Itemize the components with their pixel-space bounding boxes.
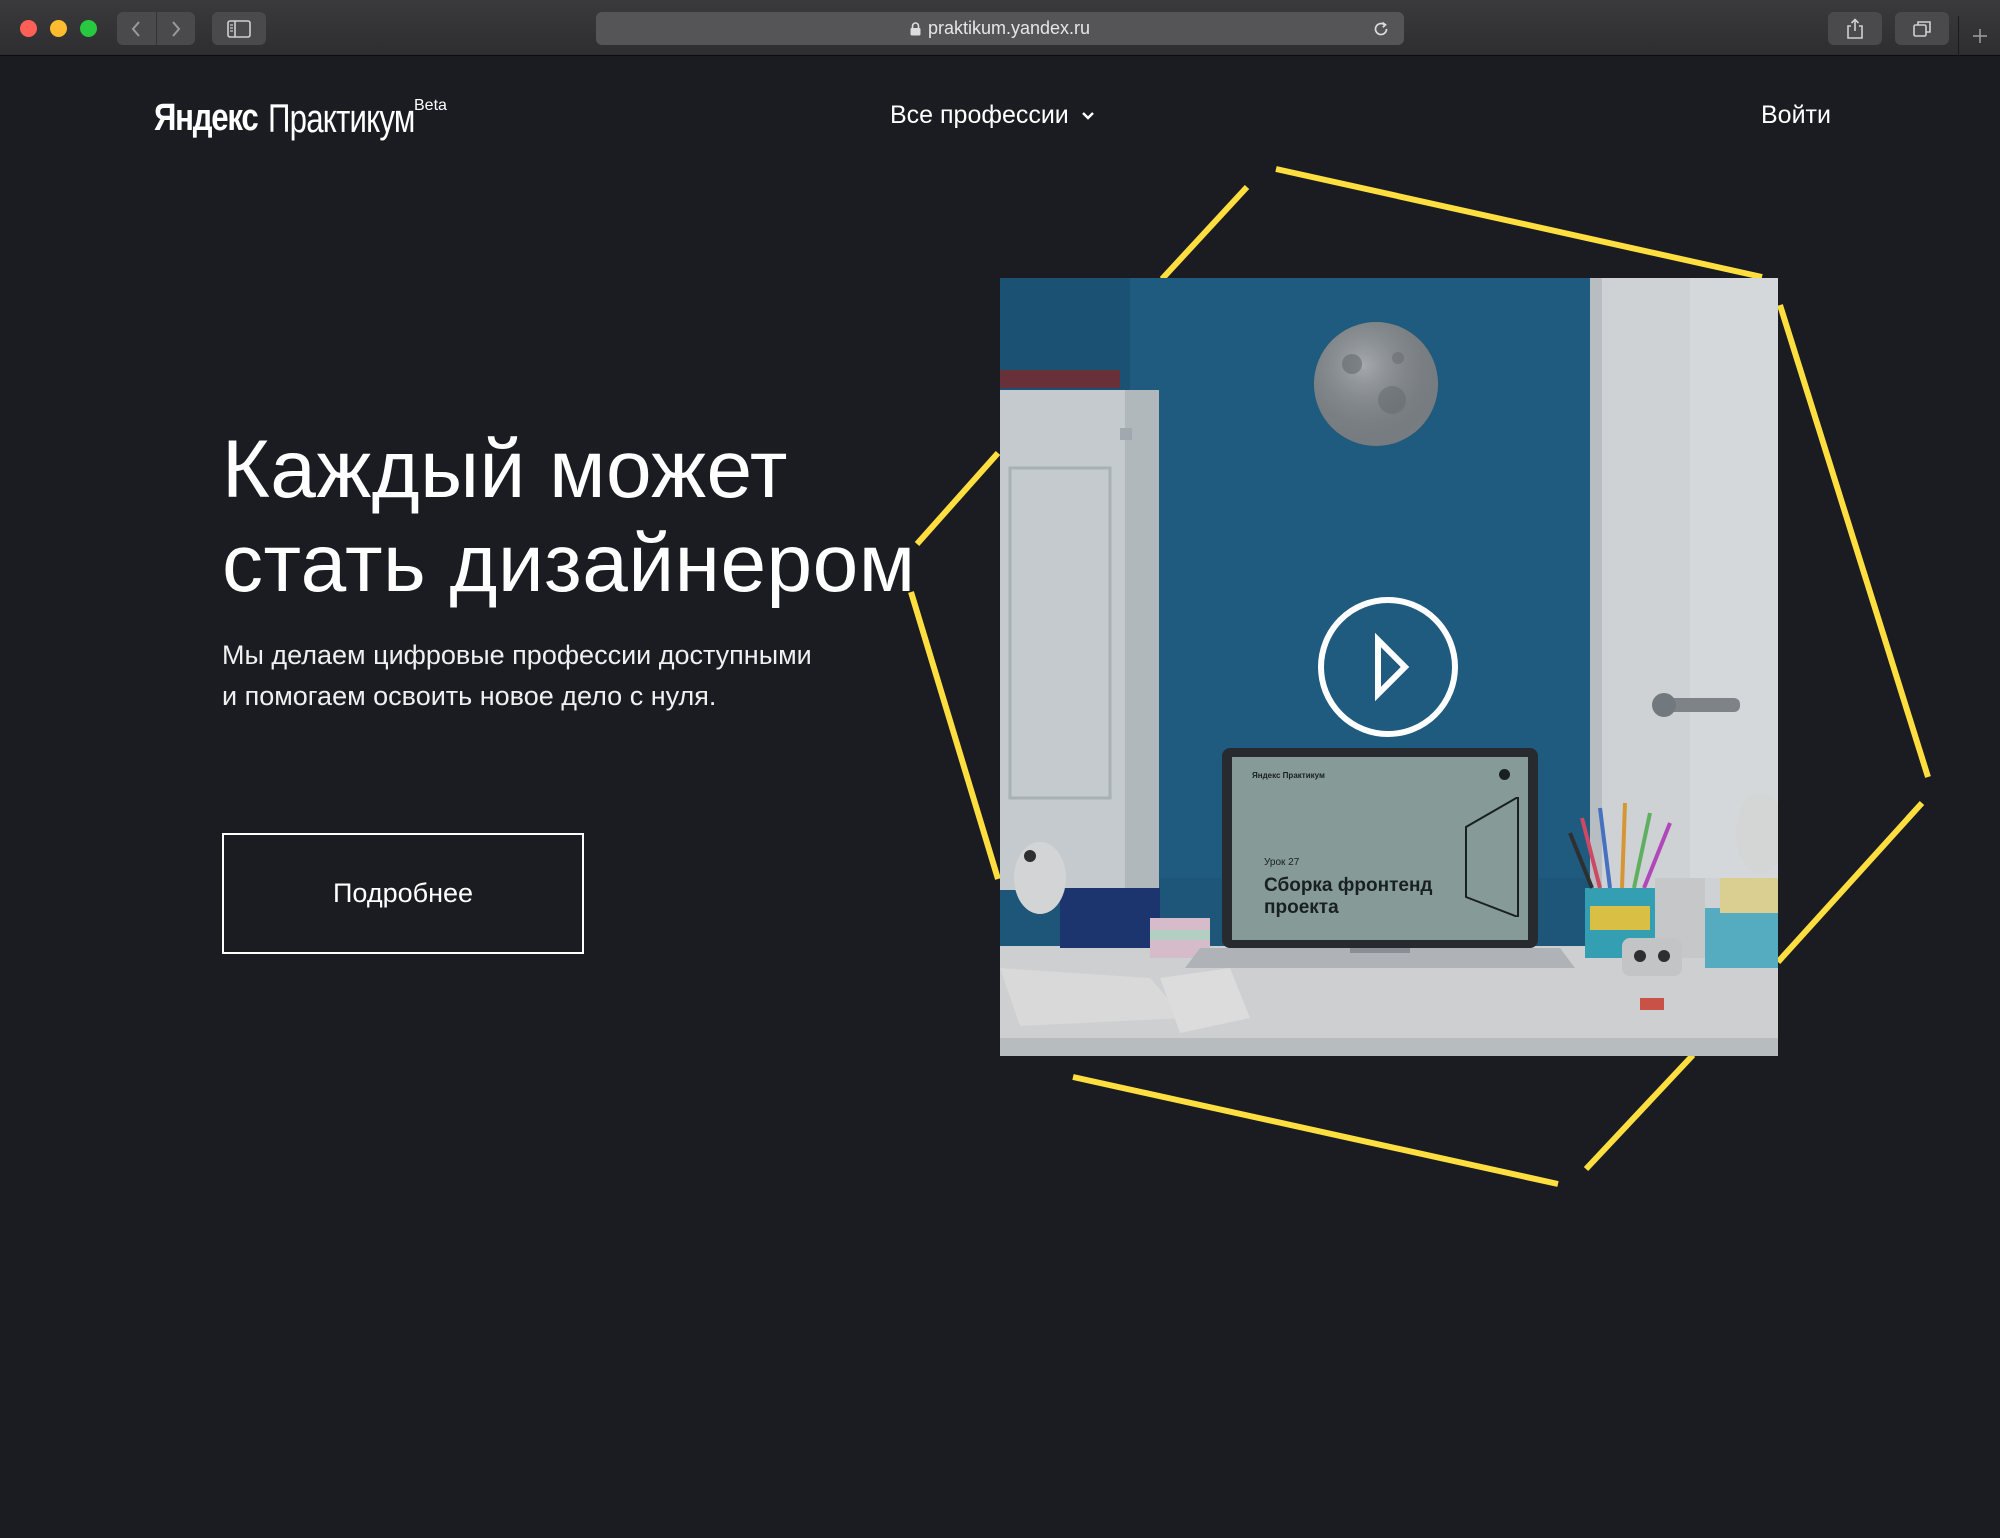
- close-window-button[interactable]: [20, 20, 37, 37]
- back-icon: [131, 20, 141, 37]
- forward-icon: [171, 20, 181, 37]
- new-tab-button[interactable]: [1958, 16, 2000, 56]
- tabs-icon: [1913, 20, 1931, 37]
- chevron-down-icon: [1081, 111, 1095, 121]
- hero-subtitle: Мы делаем цифровые профессии доступными …: [222, 635, 902, 717]
- logo-praktikum: Практикум: [268, 97, 415, 141]
- hero-subtitle-line2: и помогаем освоить новое дело с нуля.: [222, 681, 717, 711]
- browser-toolbar: praktikum.yandex.ru: [0, 0, 2000, 56]
- history-nav: [117, 12, 195, 45]
- reload-icon: [1374, 21, 1388, 36]
- sidebar-toggle-button[interactable]: [212, 12, 266, 45]
- logo-yandex: Яндекс: [154, 97, 259, 139]
- play-icon: [1318, 597, 1458, 737]
- beta-badge: Beta: [414, 97, 447, 114]
- hero-title-line1: Каждый может: [222, 424, 788, 515]
- share-icon: [1847, 17, 1863, 39]
- share-button[interactable]: [1828, 12, 1882, 45]
- more-button[interactable]: Подробнее: [222, 833, 584, 954]
- hero-subtitle-line1: Мы делаем цифровые профессии доступными: [222, 640, 812, 670]
- back-button[interactable]: [117, 12, 156, 45]
- address-bar[interactable]: praktikum.yandex.ru: [596, 12, 1404, 45]
- sidebar-icon: [227, 19, 251, 38]
- plus-icon: [1972, 29, 1987, 43]
- play-button[interactable]: [1317, 596, 1459, 738]
- forward-button[interactable]: [155, 12, 196, 45]
- hero-title: Каждый может стать дизайнером: [222, 423, 1022, 611]
- praktikum-logo[interactable]: Яндекс Практикум Beta: [154, 97, 456, 142]
- promo-video[interactable]: Яндекс Практикум Урок 27 Сборка фронтенд…: [1000, 278, 1778, 1056]
- url-text: praktikum.yandex.ru: [927, 18, 1091, 38]
- show-tabs-button[interactable]: [1895, 12, 1949, 45]
- page-content: Яндекс Практикум Beta Все профессии Войт…: [0, 57, 2000, 1538]
- minimize-window-button[interactable]: [50, 20, 67, 37]
- all-professions-dropdown[interactable]: Все профессии: [890, 101, 1095, 130]
- hero-title-line2: стать дизайнером: [222, 518, 916, 609]
- lock-icon: [910, 21, 921, 36]
- all-professions-label: Все профессии: [890, 101, 1069, 129]
- login-link[interactable]: Войти: [1761, 101, 1831, 130]
- zoom-window-button[interactable]: [80, 20, 97, 37]
- reload-button[interactable]: [1370, 18, 1392, 40]
